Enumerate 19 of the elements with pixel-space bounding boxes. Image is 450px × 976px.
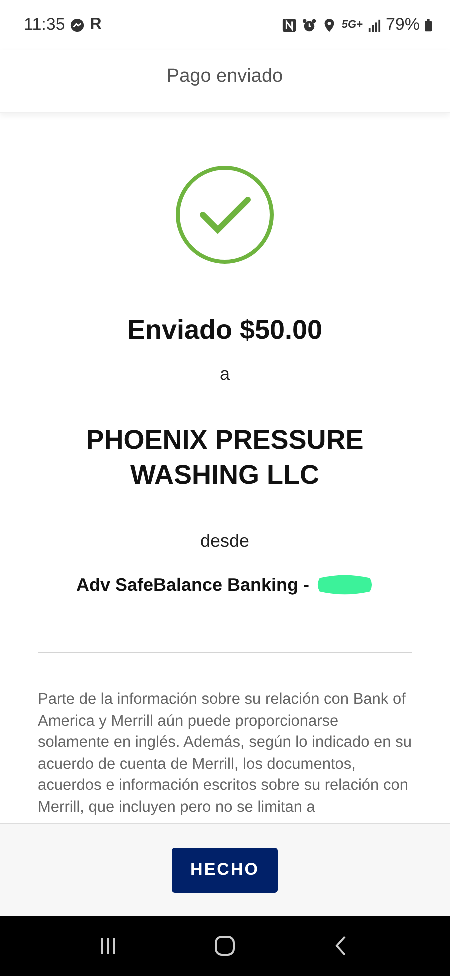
signal-icon: [368, 18, 381, 32]
battery-icon: [425, 18, 432, 32]
network-type: 5G+: [342, 19, 363, 31]
home-icon[interactable]: [212, 934, 237, 958]
done-button[interactable]: HECHO: [172, 848, 278, 892]
account-name: Adv SafeBalance Banking -: [76, 574, 310, 596]
checkmark-circle-icon: [175, 165, 275, 265]
amount-sent: Enviado $50.00: [127, 315, 323, 346]
chat-bubble-icon: [70, 18, 86, 32]
nfc-icon: [282, 18, 297, 32]
from-label: desde: [200, 531, 250, 552]
alarm-icon: [302, 18, 317, 32]
status-time: 11:35: [24, 15, 66, 35]
to-label: a: [220, 364, 230, 385]
battery-percent: 79%: [386, 15, 420, 35]
disclosure-text: Parte de la información sobre su relación con Bank of America y Merrill aún puede proporcionarse solamente en inglés. Además, según lo indicado en su acuerdo de cuenta de Merrill, los documentos, acuerdos e información escritos sobre su relación con Merrill, que incluyen pero no se limitan a: [38, 690, 412, 818]
page-title: Pago enviado: [166, 66, 284, 89]
app-letter: R: [90, 16, 102, 34]
payee-name: PHOENIX PRESSURE WASHING LLC: [85, 424, 365, 492]
